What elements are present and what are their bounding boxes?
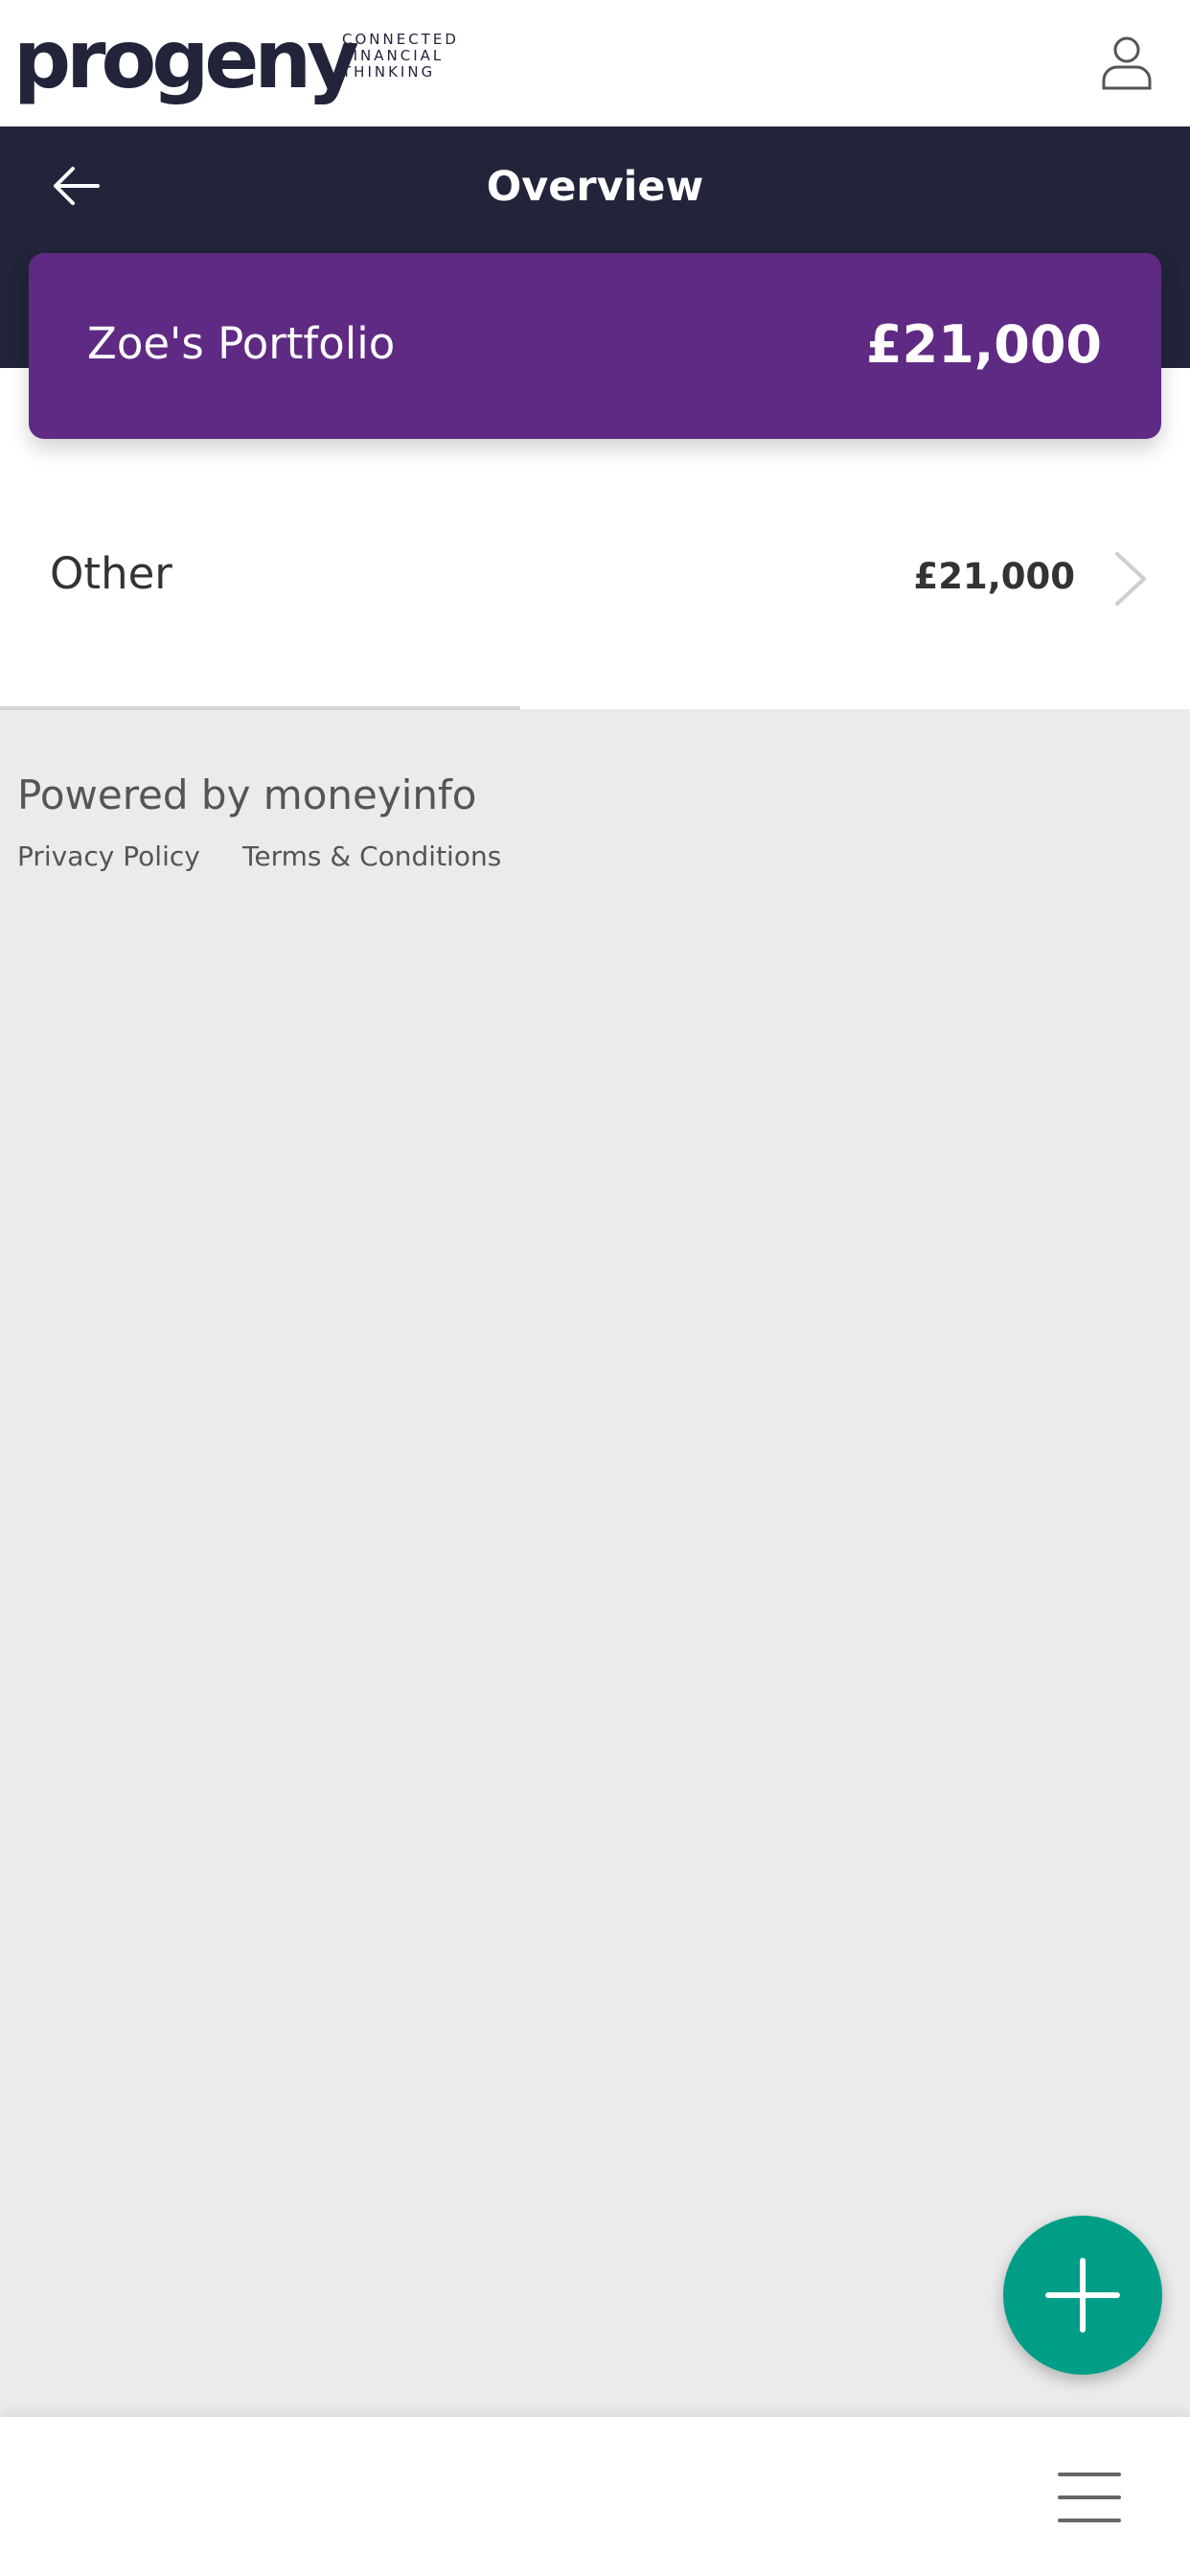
bottom-bar	[0, 2417, 1190, 2576]
terms-conditions-link[interactable]: Terms & Conditions	[242, 840, 501, 872]
category-row-other[interactable]: Other £21,000	[0, 502, 1190, 652]
page-title: Overview	[486, 163, 704, 211]
app-screen: progeny CONNECTED FINANCIAL THINKING Ove…	[0, 0, 1190, 2576]
user-icon	[1102, 36, 1152, 90]
tagline-line: CONNECTED	[342, 31, 459, 48]
brand-tagline: CONNECTED FINANCIAL THINKING	[342, 32, 459, 80]
brand-bar: progeny CONNECTED FINANCIAL THINKING	[0, 0, 1190, 126]
progeny-logo: progeny	[13, 12, 359, 106]
category-label: Other	[50, 548, 172, 599]
privacy-policy-link[interactable]: Privacy Policy	[17, 840, 200, 872]
profile-button[interactable]	[1096, 33, 1157, 94]
hamburger-menu-icon	[1058, 2472, 1121, 2522]
tagline-line: THINKING	[342, 63, 436, 80]
section-divider	[0, 706, 520, 710]
add-button[interactable]	[1003, 2216, 1162, 2375]
powered-by-text: Powered by moneyinfo	[17, 771, 477, 818]
plus-icon	[1045, 2258, 1120, 2333]
chevron-right-icon	[1115, 552, 1146, 606]
portfolio-name: Zoe's Portfolio	[87, 318, 396, 369]
portfolio-card[interactable]: Zoe's Portfolio £21,000	[29, 253, 1161, 439]
menu-button[interactable]	[1058, 2471, 1121, 2524]
tagline-line: FINANCIAL	[342, 47, 445, 64]
portfolio-value: £21,000	[866, 314, 1102, 375]
category-value: £21,000	[913, 556, 1075, 597]
